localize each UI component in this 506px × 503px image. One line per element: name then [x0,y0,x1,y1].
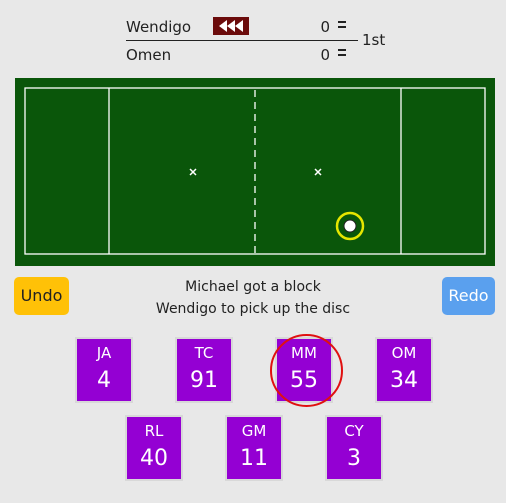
menu-icon[interactable] [338,49,346,61]
player-initials: RL [144,422,164,440]
score-divider [126,40,358,41]
home-team-name: Wendigo [126,18,192,36]
player-number: 55 [290,368,318,393]
disc-icon[interactable] [335,211,365,241]
player-button[interactable]: CY 3 [325,415,383,481]
menu-icon[interactable] [338,21,346,33]
field-boundary [24,87,486,255]
period-label: 1st [362,31,386,49]
team-row-away: Omen 0 [126,44,358,66]
player-number: 34 [390,368,418,393]
rewind-icon[interactable] [213,17,249,35]
player-number: 91 [190,368,218,393]
player-number: 40 [140,446,168,471]
field[interactable] [15,78,495,266]
redo-button[interactable]: Redo [442,277,495,315]
status-message-line1: Michael got a block [185,279,321,295]
x-mark-icon [189,168,197,176]
player-button-selected[interactable]: MM 55 [275,337,333,403]
player-initials: TC [194,344,214,362]
status-message-line2: Wendigo to pick up the disc [155,301,351,317]
player-initials: GM [241,422,267,440]
player-button[interactable]: TC 91 [175,337,233,403]
player-button[interactable]: RL 40 [125,415,183,481]
player-button[interactable]: JA 4 [75,337,133,403]
away-team-score: 0 [320,46,330,64]
player-initials: OM [391,344,417,362]
player-button[interactable]: GM 11 [225,415,283,481]
undo-button[interactable]: Undo [14,277,69,315]
x-mark-icon [314,168,322,176]
away-team-name: Omen [126,46,172,64]
player-initials: JA [96,344,112,362]
home-team-score: 0 [320,18,330,36]
player-number: 4 [97,368,111,393]
player-button[interactable]: OM 34 [375,337,433,403]
player-initials: CY [344,422,364,440]
player-number: 11 [240,446,268,471]
player-initials: MM [291,344,317,362]
player-number: 3 [347,446,361,471]
